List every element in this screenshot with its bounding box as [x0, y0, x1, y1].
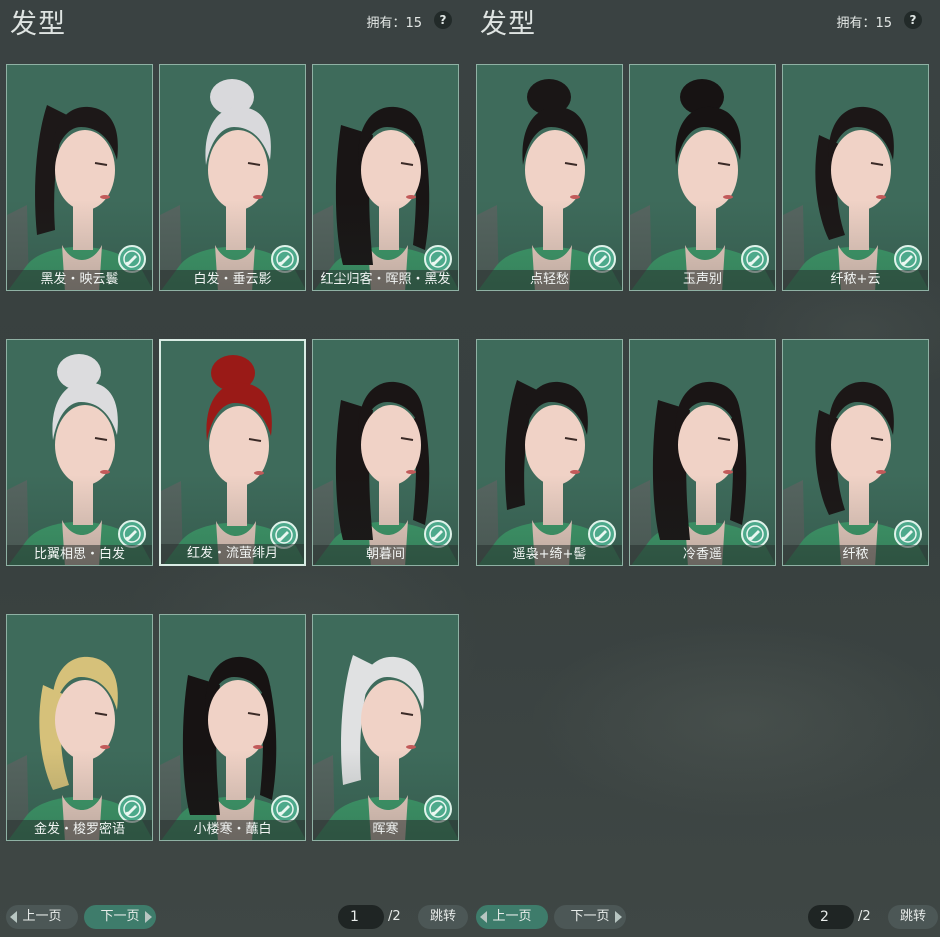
panel-title: 发型	[480, 9, 536, 40]
dye-brush-icon[interactable]	[118, 795, 146, 823]
jump-button[interactable]: 跳转	[418, 905, 468, 929]
dye-brush-icon[interactable]	[588, 520, 616, 548]
dye-brush-icon[interactable]	[741, 245, 769, 273]
dye-brush-icon[interactable]	[894, 245, 922, 273]
hairstyle-name: 红尘归客・晖照・黑发	[313, 270, 458, 290]
hairstyle-name: 纤秾	[783, 545, 928, 565]
hairstyle-name: 遥袅+绮+髻	[477, 545, 622, 565]
prev-page-button[interactable]: 上一页	[476, 905, 548, 929]
page-number-input[interactable]: 2	[808, 905, 854, 929]
hairstyle-card[interactable]: 金发・梭罗密语	[6, 614, 153, 841]
hairstyle-card[interactable]: 红尘归客・晖照・黑发	[312, 64, 459, 291]
panel-title: 发型	[10, 9, 66, 40]
dye-brush-icon[interactable]	[271, 245, 299, 273]
hairstyle-name: 小楼寒・蘸白	[160, 820, 305, 840]
arrow-left-icon	[480, 911, 487, 923]
next-page-button[interactable]: 下一页	[554, 905, 626, 929]
hairstyle-name: 点轻愁	[477, 270, 622, 290]
hairstyle-card[interactable]: 玉声别	[629, 64, 776, 291]
arrow-right-icon	[145, 911, 152, 923]
arrow-right-icon	[615, 911, 622, 923]
hairstyle-card[interactable]: 黑发・映云鬟	[6, 64, 153, 291]
hairstyle-name: 红发・流萤绯月	[161, 544, 304, 564]
dye-brush-icon[interactable]	[118, 245, 146, 273]
hairstyle-name: 玉声别	[630, 270, 775, 290]
hairstyle-card[interactable]: 点轻愁	[476, 64, 623, 291]
prev-page-button[interactable]: 上一页	[6, 905, 78, 929]
hairstyle-name: 朝暮间	[313, 545, 458, 565]
hairstyle-card[interactable]: 朝暮间	[312, 339, 459, 566]
hairstyle-name: 黑发・映云鬟	[7, 270, 152, 290]
hairstyle-name: 冷香遥	[630, 545, 775, 565]
page-total: /2	[388, 909, 401, 924]
help-icon[interactable]: ?	[434, 11, 452, 29]
hairstyle-name: 比翼相思・白发	[7, 545, 152, 565]
hairstyle-name: 晖寒	[313, 820, 458, 840]
hairstyle-card[interactable]: 白发・垂云影	[159, 64, 306, 291]
hairstyle-card[interactable]: 晖寒	[312, 614, 459, 841]
hairstyle-card[interactable]: 红发・流萤绯月	[159, 339, 306, 566]
hairstyle-name: 纤秾+云	[783, 270, 928, 290]
dye-brush-icon[interactable]	[894, 520, 922, 548]
page-total: /2	[858, 909, 871, 924]
arrow-left-icon	[10, 911, 17, 923]
page-number-input[interactable]: 1	[338, 905, 384, 929]
next-page-button[interactable]: 下一页	[84, 905, 156, 929]
dye-brush-icon[interactable]	[118, 520, 146, 548]
dye-brush-icon[interactable]	[271, 795, 299, 823]
hairstyle-card[interactable]: 小楼寒・蘸白	[159, 614, 306, 841]
owned-count: 拥有：15	[366, 16, 422, 31]
dye-brush-icon[interactable]	[424, 520, 452, 548]
help-icon[interactable]: ?	[904, 11, 922, 29]
dye-brush-icon[interactable]	[424, 795, 452, 823]
owned-count: 拥有：15	[836, 16, 892, 31]
hairstyle-card[interactable]: 纤秾	[782, 339, 929, 566]
dye-brush-icon[interactable]	[424, 245, 452, 273]
hairstyle-name: 金发・梭罗密语	[7, 820, 152, 840]
dye-brush-icon[interactable]	[588, 245, 616, 273]
hairstyle-card[interactable]: 遥袅+绮+髻	[476, 339, 623, 566]
dye-brush-icon[interactable]	[741, 520, 769, 548]
hairstyle-card[interactable]: 冷香遥	[629, 339, 776, 566]
jump-button[interactable]: 跳转	[888, 905, 938, 929]
hairstyle-panel-page-1: 发型 拥有：15 ? 黑发・映云鬟 白发・垂云影 红尘归客・晖照・黑发 比翼相思…	[0, 0, 470, 937]
hairstyle-card[interactable]: 比翼相思・白发	[6, 339, 153, 566]
hairstyle-panel-page-2: 发型 拥有：15 ? 点轻愁 玉声别 纤秾+云 遥袅+绮+髻 冷香遥 纤秾 上一…	[470, 0, 940, 937]
hairstyle-name: 白发・垂云影	[160, 270, 305, 290]
hairstyle-card[interactable]: 纤秾+云	[782, 64, 929, 291]
